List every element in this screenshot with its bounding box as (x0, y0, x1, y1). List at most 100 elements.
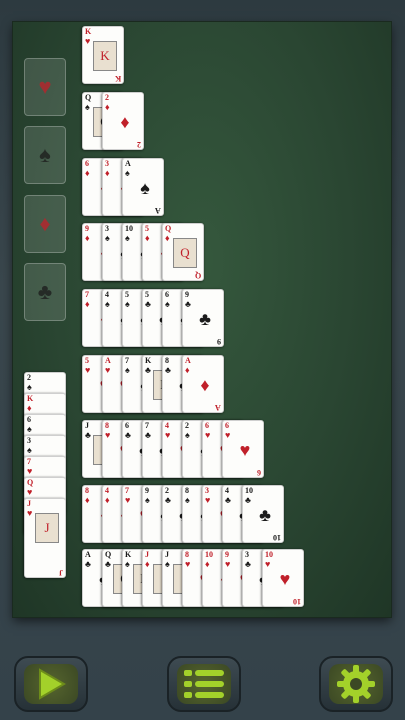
card-rank: K (27, 394, 34, 403)
card-rank: 7 (145, 421, 149, 430)
card-suit: ♥ (27, 508, 33, 518)
card-suit: ♣ (165, 495, 171, 505)
card-rank: 5 (145, 224, 149, 233)
card-suit: ♠ (125, 233, 130, 243)
diamond-icon: ♦ (39, 211, 51, 236)
card-rank: 2 (165, 486, 169, 495)
card-suit: ♥ (279, 569, 291, 589)
card-suit: ♥ (27, 487, 33, 497)
card-suit: Q (173, 238, 197, 268)
card-suit: ♥ (27, 466, 33, 476)
card-suit: ♠ (165, 299, 170, 309)
card-rank: K (85, 27, 92, 36)
card-suit: ♦ (105, 495, 110, 505)
card-rank: 6 (165, 290, 169, 299)
card-rank: 8 (185, 486, 189, 495)
playing-card[interactable]: Q ♦ Q Q (162, 223, 204, 281)
card-rank: 6 (85, 159, 89, 168)
card-suit: ♣ (145, 430, 151, 440)
card-rank: 6 (205, 421, 209, 430)
card-suit: ♠ (185, 495, 190, 505)
card-rank: 7 (125, 356, 129, 365)
card-rank: 5 (145, 290, 149, 299)
spade-icon: ♠ (39, 142, 51, 167)
menu-icon (184, 670, 224, 698)
playing-card[interactable]: 6♥♥6 (222, 420, 264, 478)
card-rank: 8 (85, 486, 89, 495)
card-rank: K (114, 74, 121, 83)
gear-icon (337, 665, 375, 703)
card-suit: ♠ (105, 299, 110, 309)
playing-card[interactable]: 2 ♦ ♦ 2 (102, 92, 144, 150)
card-rank: 6 (225, 421, 229, 430)
menu-button[interactable] (167, 656, 241, 712)
card-rank: 3 (105, 159, 109, 168)
card-rank: K (125, 550, 132, 559)
card-rank: Q (85, 93, 92, 102)
playing-card[interactable]: J ♥ J J (24, 498, 66, 578)
foundation-slot[interactable]: ♥ (24, 58, 66, 116)
card-suit: ♣ (85, 559, 91, 569)
card-rank: 2 (105, 93, 109, 102)
card-rank: Q (194, 271, 201, 280)
card-suit: ♥ (185, 559, 191, 569)
card-rank: 2 (185, 421, 189, 430)
card-suit: ♣ (145, 299, 151, 309)
foundation-slot[interactable]: ♣ (24, 263, 66, 321)
foundation-slot[interactable]: ♠ (24, 126, 66, 184)
card-rank: 5 (85, 356, 89, 365)
card-rank: 10 (125, 224, 133, 233)
card-suit: ♦ (165, 233, 170, 243)
card-rank: A (155, 206, 161, 215)
card-rank: J (27, 499, 31, 508)
card-suit: ♥ (225, 430, 231, 440)
playing-card[interactable]: 9 ♣ ♣ 9 (182, 289, 224, 347)
card-suit: ♦ (200, 375, 210, 395)
card-rank: 6 (27, 415, 31, 424)
card-rank: 8 (165, 356, 169, 365)
card-rank: 9 (145, 486, 149, 495)
card-rank: 10 (265, 550, 273, 559)
settings-button[interactable] (319, 656, 393, 712)
card-suit: J (35, 513, 59, 543)
card-rank: 3 (205, 486, 209, 495)
playing-card[interactable]: 10 ♣ ♣ 10 (242, 485, 284, 543)
card-rank: 4 (105, 486, 109, 495)
card-suit: ♠ (105, 233, 110, 243)
card-suit: ♠ (125, 299, 130, 309)
card-suit: ♠ (140, 178, 150, 198)
card-rank: Q (165, 224, 172, 233)
card-suit: ♥ (205, 495, 211, 505)
card-suit: ♣ (85, 430, 91, 440)
card-suit: ♣ (245, 495, 251, 505)
card-suit: ♣ (199, 309, 211, 329)
play-icon (39, 668, 66, 700)
card-suit: ♦ (205, 559, 210, 569)
card-rank: Q (105, 550, 112, 559)
card-rank: 7 (27, 457, 31, 466)
foundation-slot[interactable]: ♦ (24, 195, 66, 253)
heart-icon: ♥ (38, 74, 52, 99)
playing-card[interactable]: A ♠ ♠ A (122, 158, 164, 216)
card-suit: ♣ (225, 495, 231, 505)
playing-card[interactable]: K ♥ K K (82, 26, 124, 84)
card-suit: ♠ (145, 495, 150, 505)
card-suit: ♣ (165, 365, 171, 375)
card-rank: 2 (137, 140, 141, 149)
playing-card[interactable]: A ♦ ♦ A (182, 355, 224, 413)
card-suit: ♠ (27, 382, 32, 392)
card-suit: ♦ (105, 168, 110, 178)
card-rank: A (85, 550, 91, 559)
card-suit: K (93, 41, 117, 71)
card-rank: 3 (105, 224, 109, 233)
play-button[interactable] (14, 656, 88, 712)
playing-card[interactable]: 10 ♥ ♥ 10 (262, 549, 304, 607)
card-suit: ♠ (125, 559, 130, 569)
card-rank: J (145, 550, 149, 559)
card-rank: J (85, 421, 89, 430)
card-rank: A (185, 356, 191, 365)
card-rank: 8 (185, 550, 189, 559)
card-suit: ♠ (185, 430, 190, 440)
card-rank: 4 (225, 486, 229, 495)
card-rank: 10 (293, 597, 301, 606)
